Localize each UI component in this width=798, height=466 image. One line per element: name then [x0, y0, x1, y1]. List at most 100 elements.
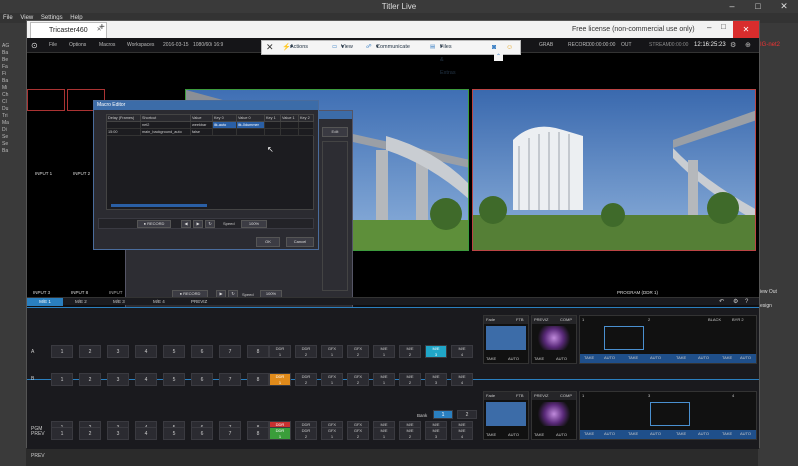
dsk-take-bar[interactable]: TAKE AUTO TAKE AUTO TAKE AUTO TAKE AUTO	[580, 354, 756, 363]
left-item[interactable]: Ch	[2, 92, 24, 99]
dsk-1-preview[interactable]	[604, 326, 644, 350]
row-b-ddr1-selected[interactable]: DDR 1	[269, 373, 291, 386]
fade-label[interactable]: Fade	[486, 317, 495, 322]
take-button[interactable]: TAKE	[628, 355, 638, 360]
auto-button[interactable]: AUTO	[556, 355, 567, 363]
auto-button[interactable]: AUTO	[698, 431, 709, 436]
row-a-ddr2[interactable]: DDR 2	[295, 345, 317, 358]
tab-me4[interactable]: M/E 4	[153, 298, 165, 306]
previz-label[interactable]: PREVIZ	[534, 393, 548, 398]
stream-label[interactable]: STREAM	[649, 38, 670, 53]
left-item[interactable]: Tri	[2, 113, 24, 120]
col-header[interactable]: Delay (Frames)	[107, 115, 141, 122]
take-button[interactable]: TAKE	[584, 355, 594, 360]
toolbar-close-button[interactable]: ✕	[266, 41, 274, 54]
tab-previz[interactable]: PREVIZ	[191, 298, 207, 306]
auto-button[interactable]: AUTO	[740, 355, 751, 360]
table-cell[interactable]	[237, 129, 265, 136]
menu-workspaces[interactable]: Workspaces	[127, 38, 154, 53]
auto-button[interactable]: AUTO	[650, 355, 661, 360]
prev-key-7[interactable]: 7	[219, 427, 241, 440]
view-menu[interactable]: View ▾	[341, 41, 353, 54]
prev-row-label[interactable]: PREV	[31, 453, 45, 459]
prev-gfx1[interactable]: GFX 1	[321, 427, 343, 440]
previz-label[interactable]: PREVIZ	[534, 317, 548, 322]
outer-maximize-button[interactable]: □	[748, 0, 768, 13]
comp-label[interactable]: COMP	[560, 392, 572, 400]
close-button[interactable]: ✕	[733, 21, 759, 38]
table-cell[interactable]: weekbar	[191, 122, 213, 129]
prev-key-4[interactable]: 4	[135, 427, 157, 440]
col-header[interactable]: Value 0	[237, 115, 265, 122]
left-item[interactable]: Ba	[2, 50, 24, 57]
record-label[interactable]: RECORD	[568, 38, 590, 53]
row-a-me1[interactable]: M/E 1	[373, 345, 395, 358]
left-item[interactable]: Ba	[2, 148, 24, 155]
macro-editor-titlebar[interactable]: Macro Editor	[94, 101, 318, 110]
row-a-me4[interactable]: M/E 4	[451, 345, 473, 358]
row-b-me4[interactable]: M/E 4	[451, 373, 473, 386]
prev-gfx2[interactable]: GFX 2	[347, 427, 369, 440]
prev-key-2[interactable]: 2	[79, 427, 101, 440]
left-item[interactable]: Mi	[2, 85, 24, 92]
play-button[interactable]: ▶	[193, 220, 203, 228]
macro-table[interactable]: Delay (Frames) Shortcut Value Key 0 Valu…	[106, 114, 314, 210]
row-a-ddr1[interactable]: DDR 1	[269, 345, 291, 358]
auto-button[interactable]: AUTO	[508, 355, 519, 363]
comp-label[interactable]: COMP	[560, 316, 572, 324]
take-button[interactable]: TAKE	[628, 431, 638, 436]
files-menu[interactable]: Files & Extras ▾	[440, 41, 456, 76]
table-cell-selected[interactable]: ilk-auto	[213, 122, 237, 129]
left-item[interactable]: Di	[2, 127, 24, 134]
row-a-me2[interactable]: M/E 2	[399, 345, 421, 358]
outer-close-button[interactable]: ✕	[774, 0, 794, 13]
collapse-chevron-icon[interactable]: ⌃	[494, 54, 504, 61]
left-item[interactable]: Fi	[2, 71, 24, 78]
view-out-label[interactable]: iew Out	[760, 289, 777, 295]
row-b-gfx1[interactable]: GFX 1	[321, 373, 343, 386]
side-list[interactable]	[322, 141, 348, 291]
row-a-key-3[interactable]: 3	[107, 345, 129, 358]
row-b-me1[interactable]: M/E 1	[373, 373, 395, 386]
row-b-me3[interactable]: M/E 3	[425, 373, 447, 386]
menu-macros[interactable]: Macros	[99, 38, 115, 53]
row-b-me2[interactable]: M/E 2	[399, 373, 421, 386]
settings-gear-icon[interactable]: ⚙	[730, 38, 736, 53]
row-a-key-1[interactable]: 1	[51, 345, 73, 358]
row-b-key-2[interactable]: 2	[79, 373, 101, 386]
take-button[interactable]: TAKE	[534, 355, 544, 363]
left-item[interactable]: Cl	[2, 99, 24, 106]
left-item[interactable]: Du	[2, 106, 24, 113]
row-a-key-2[interactable]: 2	[79, 345, 101, 358]
take-button[interactable]: TAKE	[486, 431, 496, 439]
new-tab-button[interactable]: +	[99, 22, 105, 33]
take-button[interactable]: TAKE	[722, 431, 732, 436]
row-b-key-4[interactable]: 4	[135, 373, 157, 386]
grab-label[interactable]: GRAB	[539, 38, 553, 53]
row-b-label[interactable]: B	[31, 376, 34, 382]
menu-file[interactable]: File	[49, 38, 57, 53]
left-item[interactable]: Ba	[2, 78, 24, 85]
transition-panel-previz-lower[interactable]: PREVIZ COMP TAKE AUTO	[531, 391, 577, 440]
bank-2-button[interactable]: 2	[457, 410, 477, 419]
prev-ddr1-selected[interactable]: DDR 1	[269, 427, 291, 440]
outer-menu-file[interactable]: File	[3, 15, 13, 21]
prev-key-6[interactable]: 6	[191, 427, 213, 440]
table-cell[interactable]: 15:00	[107, 129, 141, 136]
prev-me3[interactable]: M/E 3	[425, 427, 447, 440]
left-item[interactable]: Se	[2, 141, 24, 148]
prev-me1[interactable]: M/E 1	[373, 427, 395, 440]
take-button[interactable]: TAKE	[722, 355, 732, 360]
table-cell[interactable]: main_background_auto	[141, 129, 191, 136]
take-button[interactable]: TAKE	[534, 431, 544, 439]
smiley-icon[interactable]: ☺	[506, 41, 513, 54]
tab-me3[interactable]: M/E 3	[113, 298, 125, 306]
prev-key-1[interactable]: 1	[51, 427, 73, 440]
left-item[interactable]: AG	[2, 43, 24, 50]
rewind-button[interactable]: ◀	[181, 220, 191, 228]
help-icon[interactable]: ?	[745, 298, 748, 306]
prev-ddr2[interactable]: DDR 2	[295, 427, 317, 440]
row-b-key-5[interactable]: 5	[163, 373, 185, 386]
out-label[interactable]: OUT	[621, 38, 632, 53]
auto-button[interactable]: AUTO	[740, 431, 751, 436]
